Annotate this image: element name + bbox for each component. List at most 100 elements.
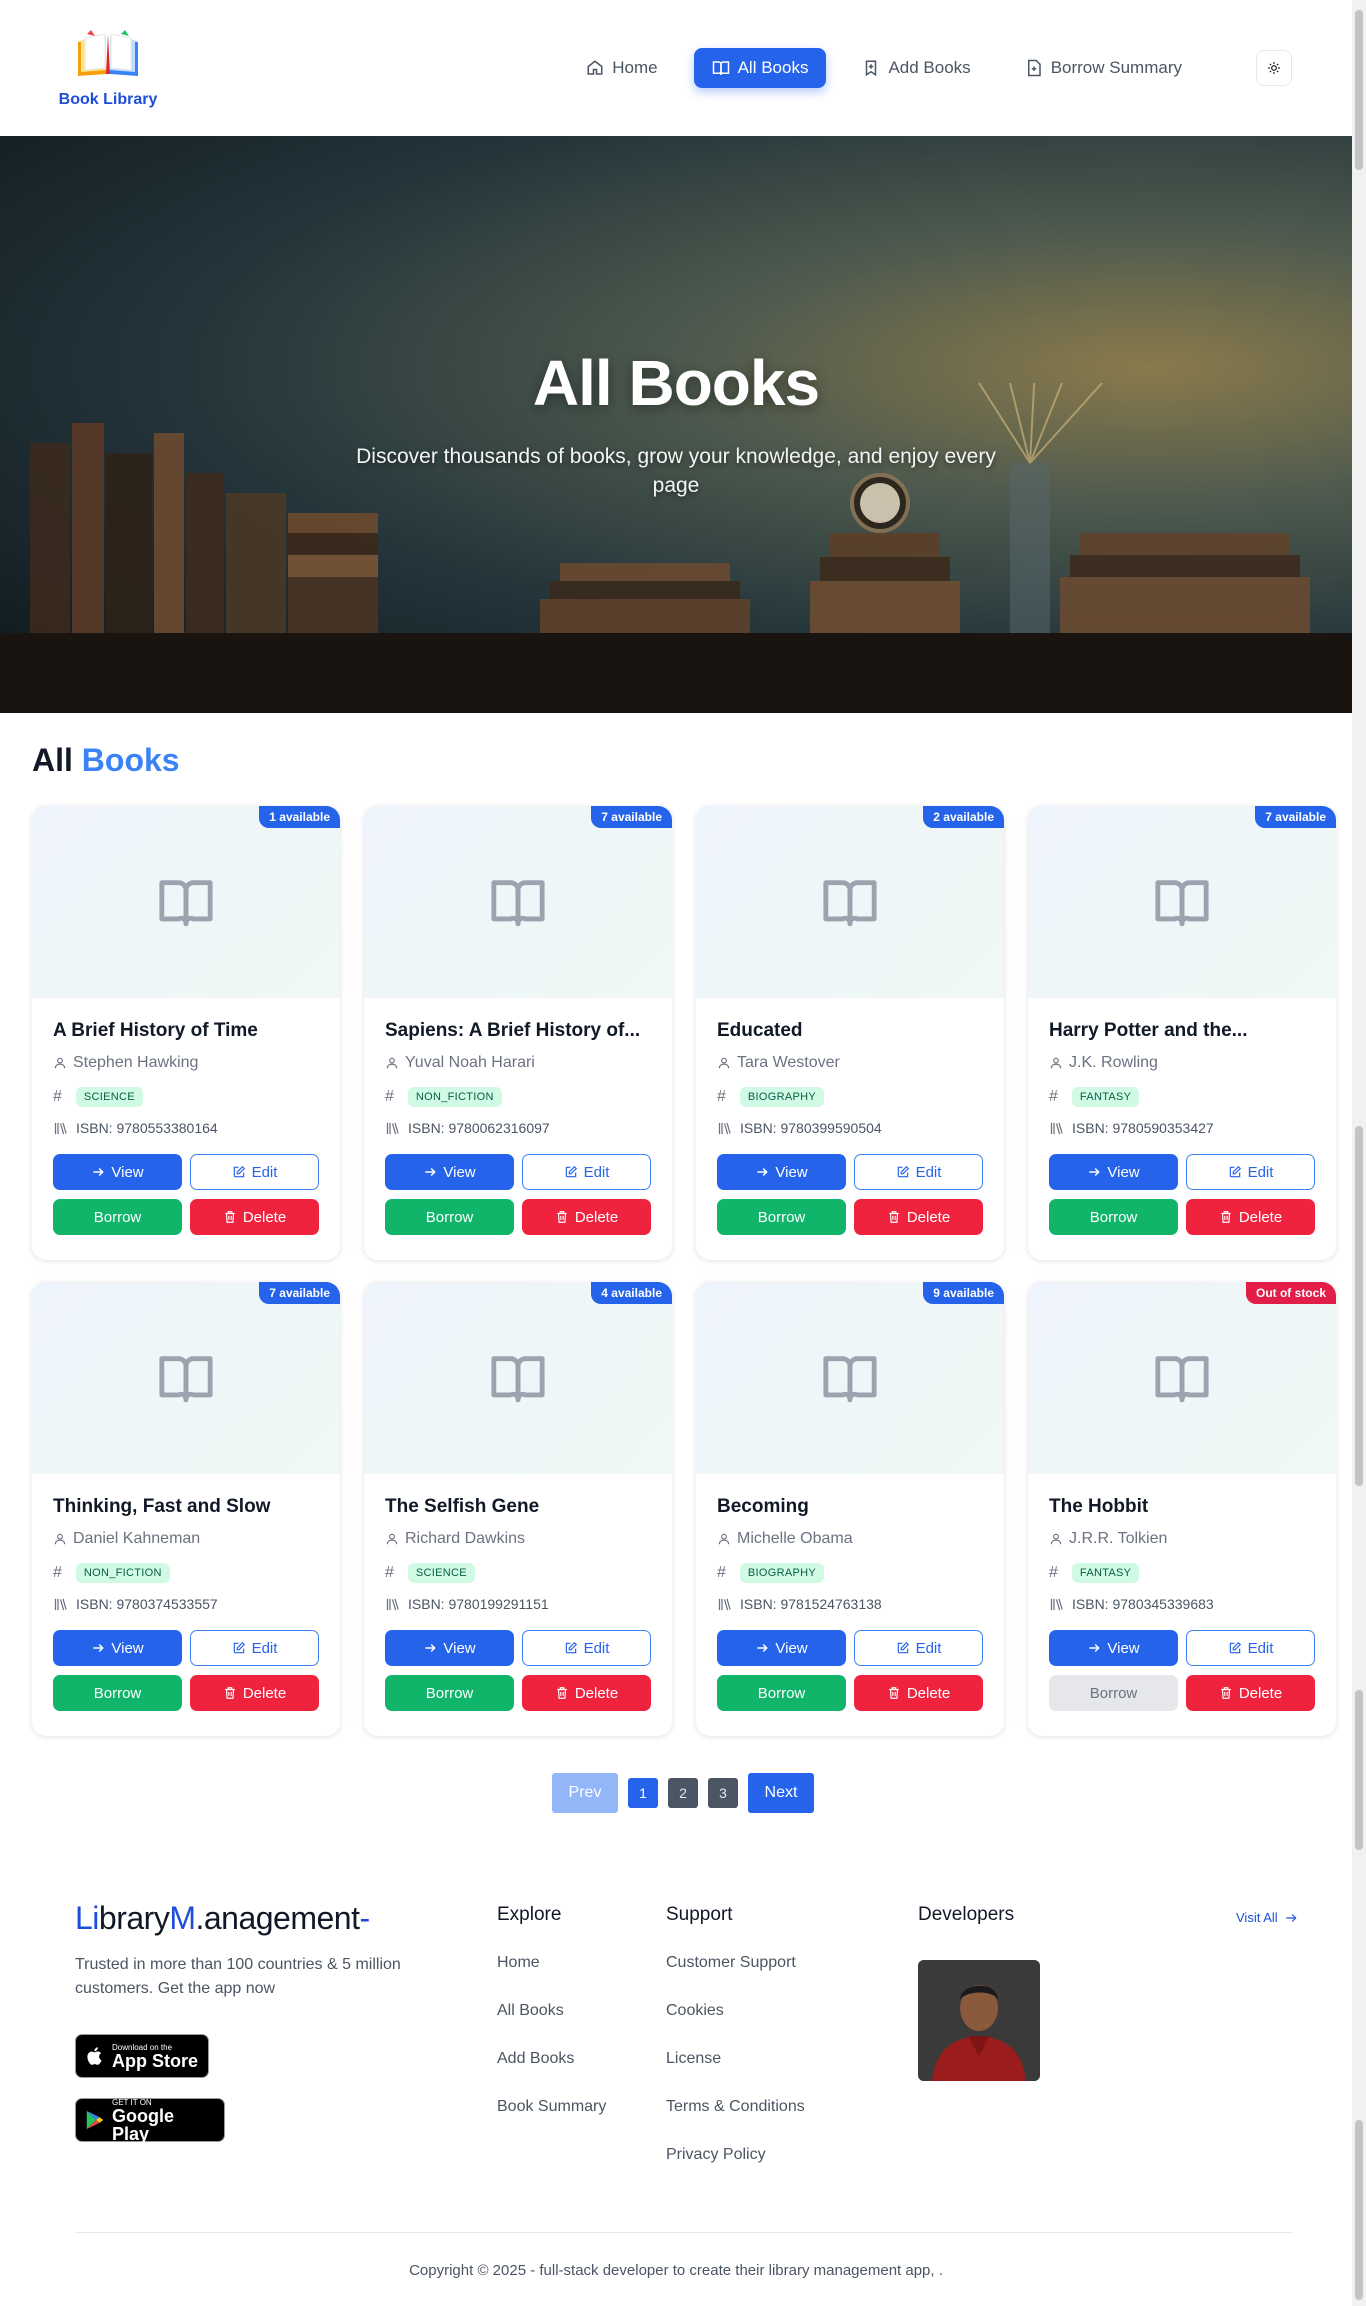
next-page-button[interactable]: Next (748, 1773, 814, 1813)
edit-button[interactable]: Edit (1186, 1630, 1315, 1666)
theme-toggle-button[interactable] (1256, 50, 1292, 86)
book-author-row: Tara Westover (717, 1052, 983, 1074)
scrollbar-thumb-2[interactable] (1355, 1126, 1363, 1486)
borrow-button[interactable]: Borrow (1049, 1199, 1178, 1235)
delete-button[interactable]: Delete (190, 1199, 319, 1235)
view-button[interactable]: View (53, 1154, 182, 1190)
footer-copyright: Copyright © 2025 - full-stack developer … (409, 2262, 943, 2279)
footer-brand-part-5: - (359, 1900, 370, 1936)
book-cover: 7 available (1028, 806, 1336, 998)
edit-button[interactable]: Edit (1186, 1154, 1315, 1190)
app-store-badge[interactable]: Download on the App Store (75, 2034, 209, 2078)
footer-support-column: Support Customer Support Cookies License… (666, 1904, 805, 2194)
edit-label: Edit (583, 1639, 610, 1657)
arrow-right-icon (757, 1643, 769, 1653)
hash-icon: # (385, 1564, 394, 1581)
delete-button[interactable]: Delete (522, 1199, 651, 1235)
footer-link-privacy[interactable]: Privacy Policy (666, 2146, 805, 2194)
visit-all-link[interactable]: Visit All (1236, 1910, 1298, 1925)
library-icon (718, 1598, 731, 1610)
scrollbar-thumb-4[interactable] (1355, 2120, 1363, 2300)
footer-link-cookies[interactable]: Cookies (666, 2002, 805, 2050)
book-card-body: Sapiens: A Brief History of... Yuval Noa… (364, 998, 672, 1235)
view-button[interactable]: View (1049, 1630, 1178, 1666)
user-icon (386, 1057, 398, 1069)
footer-link-license[interactable]: License (666, 2050, 805, 2098)
delete-button[interactable]: Delete (1186, 1675, 1315, 1711)
book-author-row: Daniel Kahneman (53, 1528, 319, 1550)
footer-link-terms[interactable]: Terms & Conditions (666, 2098, 805, 2146)
page-1-button[interactable]: 1 (628, 1778, 658, 1808)
nav-borrow-summary[interactable]: Borrow Summary (1007, 48, 1200, 88)
section-title-prefix: All (32, 742, 73, 778)
book-isbn-row: ISBN: 9780399590504 (717, 1118, 983, 1138)
borrow-button[interactable]: Borrow (385, 1675, 514, 1711)
delete-button[interactable]: Delete (190, 1675, 319, 1711)
library-icon (1050, 1598, 1063, 1610)
book-author-row: Richard Dawkins (385, 1528, 651, 1550)
borrow-button[interactable]: Borrow (53, 1675, 182, 1711)
footer-link-book-summary[interactable]: Book Summary (497, 2098, 606, 2146)
view-button[interactable]: View (1049, 1154, 1178, 1190)
library-icon (718, 1122, 731, 1134)
book-isbn-row: ISBN: 9780374533557 (53, 1594, 319, 1614)
borrow-button[interactable]: Borrow (717, 1675, 846, 1711)
nav-all-books[interactable]: All Books (693, 48, 827, 88)
borrow-label: Borrow (425, 1684, 474, 1702)
delete-button[interactable]: Delete (854, 1675, 983, 1711)
book-open-icon (712, 61, 729, 75)
availability-badge: 2 available (923, 806, 1004, 828)
book-isbn: ISBN: 9780553380164 (76, 1120, 218, 1136)
edit-button[interactable]: Edit (522, 1630, 651, 1666)
card-actions-primary: View Edit (53, 1154, 319, 1190)
trash-icon (225, 1211, 235, 1223)
view-button[interactable]: View (717, 1630, 846, 1666)
delete-button[interactable]: Delete (1186, 1199, 1315, 1235)
borrow-button[interactable]: Borrow (385, 1199, 514, 1235)
view-button[interactable]: View (717, 1154, 846, 1190)
google-play-badge[interactable]: GET IT ON Google Play (75, 2098, 225, 2144)
nav-home[interactable]: Home (568, 48, 675, 88)
hash-icon: # (385, 1088, 394, 1105)
prev-page-button[interactable]: Prev (552, 1773, 618, 1813)
section-title-accent: Books (81, 742, 180, 778)
book-cover: 9 available (696, 1282, 1004, 1474)
footer-link-customer-support[interactable]: Customer Support (666, 1954, 805, 2002)
view-button[interactable]: View (385, 1154, 514, 1190)
footer-link-all-books[interactable]: All Books (497, 2002, 606, 2050)
borrow-button[interactable]: Borrow (53, 1199, 182, 1235)
edit-icon (565, 1165, 577, 1178)
book-author-row: Yuval Noah Harari (385, 1052, 651, 1074)
edit-button[interactable]: Edit (190, 1154, 319, 1190)
scrollbar-thumb-3[interactable] (1355, 1690, 1363, 1850)
book-title: A Brief History of Time (53, 1020, 258, 1041)
edit-button[interactable]: Edit (854, 1630, 983, 1666)
edit-button[interactable]: Edit (190, 1630, 319, 1666)
nav-home-label: Home (612, 58, 658, 77)
view-button[interactable]: View (53, 1630, 182, 1666)
nav-add-books[interactable]: Add Books (844, 48, 988, 88)
scrollbar-thumb-1[interactable] (1355, 10, 1363, 170)
google-play-big: Google Play (112, 2105, 174, 2144)
delete-label: Delete (906, 1208, 951, 1226)
delete-button[interactable]: Delete (854, 1199, 983, 1235)
borrow-button[interactable]: Borrow (717, 1199, 846, 1235)
edit-button[interactable]: Edit (854, 1154, 983, 1190)
page-3-button[interactable]: 3 (708, 1778, 738, 1808)
book-author-row: Michelle Obama (717, 1528, 983, 1550)
footer-link-home[interactable]: Home (497, 1954, 606, 2002)
arrow-right-icon (1286, 1913, 1297, 1922)
view-button[interactable]: View (385, 1630, 514, 1666)
page-scrollbar[interactable] (1352, 0, 1366, 2306)
developer-avatar[interactable] (918, 1960, 1040, 2081)
book-card: 7 available Thinking, Fast and Slow Dani… (32, 1282, 340, 1736)
edit-button[interactable]: Edit (522, 1154, 651, 1190)
card-actions-secondary: Borrow Delete (53, 1199, 319, 1235)
site-logo[interactable]: Book Library (58, 30, 158, 109)
site-header: Book Library Home All Books Add Books Bo… (0, 0, 1352, 136)
edit-icon (897, 1641, 909, 1654)
delete-button[interactable]: Delete (522, 1675, 651, 1711)
page-2-button[interactable]: 2 (668, 1778, 698, 1808)
user-icon (1050, 1057, 1062, 1069)
footer-link-add-books[interactable]: Add Books (497, 2050, 606, 2098)
